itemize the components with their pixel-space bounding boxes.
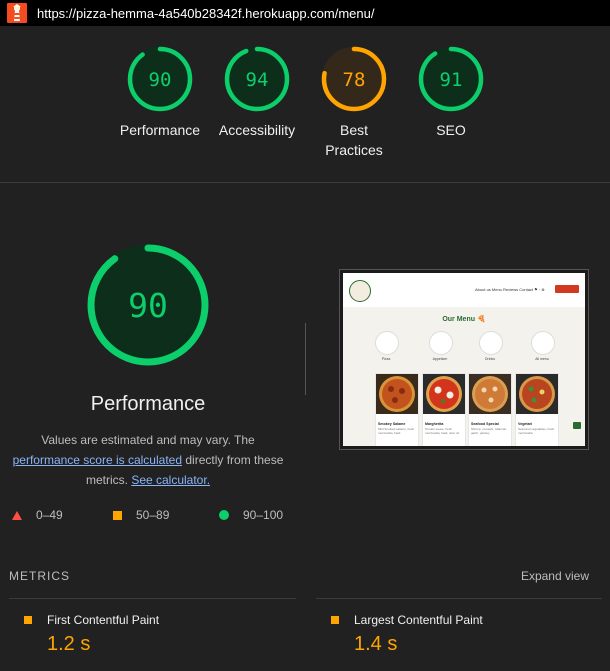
average-square-icon (331, 616, 339, 624)
pizza-image-icon (376, 374, 418, 414)
pizza-card-text: Shrimp, mussels, calamari, garlic, parsl… (471, 427, 508, 435)
metric-largest-contentful-paint: Largest Contentful Paint 1.4 s (331, 613, 483, 656)
pizza-image-icon (423, 374, 465, 414)
pizza-card: Vegetari Seasonal vegetables, fresh mozz… (515, 373, 559, 446)
triangle-icon (12, 510, 22, 520)
circle-icon (219, 510, 229, 520)
gauge-score: 90 (149, 69, 172, 91)
performance-gauge-large: 90 (87, 244, 209, 366)
legend-pass-range: 90–100 (243, 508, 284, 522)
screenshot-page: About us Menu Reviews Contact ⚑ · ⊕ Our … (343, 273, 585, 446)
gauge-ring: 90 (127, 46, 193, 112)
category-label: Pizza (381, 357, 391, 361)
pizza-card-text: Mild Smoked salame, fresh mozzarella, ba… (378, 427, 415, 435)
expand-view-button[interactable]: Expand view (521, 569, 589, 583)
pizza-card-name: Seafood Special (471, 422, 499, 426)
gauge-ring: 91 (418, 46, 484, 112)
gauge-label: Best Practices (325, 122, 383, 158)
pizza-card-name: Smokey Salame (378, 422, 406, 426)
gauge-ring: 94 (224, 46, 290, 112)
screenshot-menu-title: Our Menu 🍕 (442, 316, 486, 323)
pizza-logo-icon (349, 280, 371, 302)
pizza-card-text: Seasonal vegetables, fresh mozzarella (518, 427, 555, 435)
gauge-score: 94 (246, 69, 269, 91)
pizza-category-icon (375, 331, 399, 355)
pizza-card: Smokey Salame Mild Smoked salame, fresh … (375, 373, 419, 446)
final-screenshot[interactable]: About us Menu Reviews Contact ⚑ · ⊕ Our … (339, 269, 589, 450)
score-legend: 0–49 50–89 90–100 (0, 508, 310, 526)
legend-fail-range: 0–49 (36, 508, 63, 522)
gauge-score: 91 (440, 69, 463, 91)
category-gauges: 90 Performance 94 Accessibility 78 Best … (0, 46, 610, 176)
metrics-divider (316, 598, 602, 599)
next-arrow-icon (573, 422, 581, 429)
pizza-card: Margherita Tomato sauce, fresh mozzarell… (422, 373, 466, 446)
legend-average-range: 50–89 (136, 508, 170, 522)
metrics-divider (9, 598, 296, 599)
gauge-label: Accessibility (218, 122, 296, 138)
screenshot-body: Our Menu 🍕 Pizza Appetizer Drinks All me… (343, 307, 585, 446)
gauge-score: 78 (343, 69, 366, 91)
gauge-ring: 78 (321, 46, 387, 112)
see-calculator-link[interactable]: See calculator. (131, 473, 210, 487)
url-bar: https://pizza-hemma-4a540b28342f.herokua… (0, 0, 610, 26)
metric-name: Largest Contentful Paint (354, 613, 483, 627)
screenshot-nav: About us Menu Reviews Contact ⚑ · ⊕ (343, 273, 585, 308)
pizza-card-name: Vegetari (518, 422, 532, 426)
pizza-card-name: Margherita (425, 422, 444, 426)
page-url[interactable]: https://pizza-hemma-4a540b28342f.herokua… (37, 6, 374, 21)
big-gauge-score: 90 (128, 286, 168, 325)
performance-description: Values are estimated and may vary. The p… (6, 430, 290, 490)
gauge-seo[interactable]: 91 SEO (396, 46, 506, 140)
desc-text: Values are estimated and may vary. The (41, 433, 255, 447)
legend-average: 50–89 (113, 508, 169, 522)
gauge-performance[interactable]: 90 Performance (105, 46, 215, 140)
metric-value: 1.2 s (47, 633, 91, 655)
drinks-category-icon (479, 331, 503, 355)
section-divider (0, 182, 610, 183)
score-calculated-link[interactable]: performance score is calculated (13, 453, 182, 467)
metric-value: 1.4 s (354, 633, 398, 655)
category-label: Appetizer (432, 357, 448, 361)
legend-pass: 90–100 (219, 508, 283, 522)
lighthouse-logo-icon (7, 3, 27, 23)
average-square-icon (24, 616, 32, 624)
legend-fail: 0–49 (12, 508, 63, 522)
category-label: Drinks (485, 357, 495, 361)
metrics-heading: METRICS (9, 569, 70, 583)
gauge-label: Performance (119, 122, 201, 138)
appetizer-category-icon (429, 331, 453, 355)
metric-name: First Contentful Paint (47, 613, 160, 627)
square-icon (113, 510, 122, 520)
performance-title: Performance (90, 393, 206, 415)
metric-first-contentful-paint: First Contentful Paint 1.2 s (24, 613, 159, 656)
pizza-card: Seafood Special Shrimp, mussels, calamar… (468, 373, 512, 446)
pizza-card-text: Tomato sauce, fresh mozzarella, basil, o… (425, 427, 460, 435)
vertical-separator (305, 323, 306, 395)
all-menu-category-icon (531, 331, 555, 355)
gauge-best-practices[interactable]: 78 Best Practices (299, 46, 409, 160)
category-label: All menu (535, 357, 549, 361)
gauge-accessibility[interactable]: 94 Accessibility (202, 46, 312, 140)
screenshot-nav-links: About us Menu Reviews Contact ⚑ · ⊕ (475, 287, 545, 292)
pizza-image-icon (516, 374, 558, 414)
screenshot-nav-button (555, 285, 579, 293)
gauge-label: SEO (436, 122, 466, 138)
pizza-image-icon (469, 374, 511, 414)
